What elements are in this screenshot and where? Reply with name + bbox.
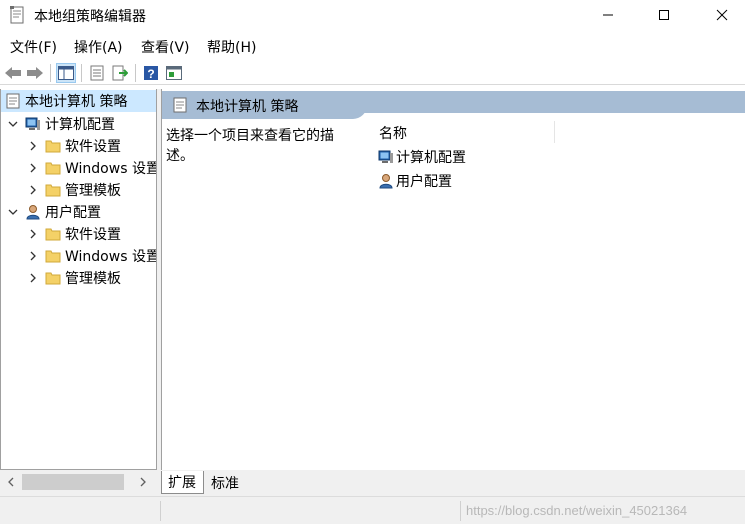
minimize-button[interactable] — [585, 0, 631, 30]
tree-item-label: 管理模板 — [65, 183, 121, 199]
properties-button[interactable] — [87, 63, 107, 83]
scrollbar-thumb[interactable] — [22, 474, 124, 490]
chevron-right-icon — [140, 477, 146, 487]
user-icon — [26, 205, 40, 220]
tree-item-root[interactable]: 本地计算机 策略 — [1, 90, 156, 112]
details-pane: 本地计算机 策略 选择一个项目来查看它的描述。 名称 计算机配置 用户配置 — [161, 89, 745, 470]
policy-document-icon — [173, 97, 187, 113]
column-divider[interactable] — [554, 121, 555, 143]
description-text: 选择一个项目来查看它的描述。 — [166, 128, 334, 164]
chevron-right-icon[interactable] — [27, 228, 39, 240]
toolbar: ? — [0, 61, 745, 85]
close-button[interactable] — [699, 0, 745, 30]
tree-item-software-settings[interactable]: 软件设置 — [1, 135, 156, 157]
menu-action[interactable]: 操作(A) — [74, 37, 123, 57]
toolbar-separator — [135, 64, 136, 82]
export-list-icon — [112, 65, 128, 81]
list-item-label: 计算机配置 — [396, 150, 466, 166]
menu-help[interactable]: 帮助(H) — [207, 37, 256, 57]
back-button[interactable] — [3, 63, 23, 83]
tree-item-user-config[interactable]: 用户配置 — [1, 201, 156, 223]
tree-item-label: 软件设置 — [65, 227, 121, 243]
tree-horizontal-scrollbar[interactable] — [0, 472, 157, 492]
folder-icon — [45, 184, 61, 197]
menu-view[interactable]: 查看(V) — [141, 37, 190, 57]
tree-item-computer-config[interactable]: 计算机配置 — [1, 113, 156, 135]
tree-pane: 本地计算机 策略 计算机配置 软件设置 Windows 设置 管理模板 用户配置… — [0, 89, 157, 470]
toolbar-separator — [50, 64, 51, 82]
status-bar: https://blog.csdn.net/weixin_45021364 — [0, 496, 745, 524]
forward-button[interactable] — [25, 63, 45, 83]
tree-item-software-settings[interactable]: 软件设置 — [1, 223, 156, 245]
chevron-right-icon[interactable] — [27, 140, 39, 152]
folder-icon — [45, 162, 61, 175]
tab-standard[interactable]: 标准 — [207, 471, 247, 494]
chevron-down-icon[interactable] — [7, 206, 19, 218]
column-header-name[interactable]: 名称 — [379, 123, 407, 143]
details-header-title: 本地计算机 策略 — [196, 99, 299, 115]
computer-icon — [25, 117, 40, 130]
tree-item-windows-settings[interactable]: Windows 设置 — [1, 157, 157, 179]
status-cell — [160, 501, 460, 521]
tab-extended[interactable]: 扩展 — [161, 471, 204, 494]
maximize-button[interactable] — [641, 0, 687, 30]
back-icon — [5, 67, 21, 79]
export-list-button[interactable] — [110, 63, 130, 83]
tree-item-label: 本地计算机 策略 — [25, 94, 128, 110]
close-icon — [716, 9, 728, 21]
chevron-left-icon — [8, 477, 14, 487]
forward-icon — [27, 67, 43, 79]
list-item-user-config[interactable]: 用户配置 — [378, 170, 452, 192]
details-header: 本地计算机 策略 — [162, 91, 367, 119]
folder-icon — [45, 228, 61, 241]
scroll-left-button[interactable] — [4, 475, 18, 489]
policy-editor-icon — [10, 6, 24, 24]
user-icon — [379, 174, 393, 189]
menu-bar: 文件(F) 操作(A) 查看(V) 帮助(H) — [0, 35, 745, 59]
tree-item-label: Windows 设置 — [65, 161, 157, 177]
tree-item-admin-templates[interactable]: 管理模板 — [1, 267, 156, 289]
show-tree-button[interactable] — [56, 63, 76, 83]
toolbar-separator — [81, 64, 82, 82]
chevron-down-icon[interactable] — [7, 118, 19, 130]
tree-item-admin-templates[interactable]: 管理模板 — [1, 179, 156, 201]
show-pane-button[interactable] — [164, 63, 184, 83]
tree-item-label: 管理模板 — [65, 271, 121, 287]
maximize-icon — [659, 10, 669, 20]
scroll-right-button[interactable] — [136, 475, 150, 489]
list-item-computer-config[interactable]: 计算机配置 — [378, 146, 466, 168]
tree-item-label: 计算机配置 — [45, 117, 115, 133]
folder-icon — [45, 272, 61, 285]
properties-icon — [90, 65, 104, 81]
tree-item-windows-settings[interactable]: Windows 设置 — [1, 245, 157, 267]
header-curve — [367, 113, 745, 123]
tree-item-label: 用户配置 — [45, 205, 101, 221]
show-tree-icon — [58, 66, 74, 80]
watermark: https://blog.csdn.net/weixin_45021364 — [466, 503, 688, 518]
chevron-right-icon[interactable] — [27, 184, 39, 196]
chevron-right-icon[interactable] — [27, 250, 39, 262]
tree-item-label: Windows 设置 — [65, 249, 157, 265]
minimize-icon — [603, 14, 613, 16]
list-item-label: 用户配置 — [396, 174, 452, 190]
svg-text:?: ? — [147, 67, 154, 81]
tree-item-label: 软件设置 — [65, 139, 121, 155]
title-bar: 本地组策略编辑器 — [0, 0, 745, 30]
menu-file[interactable]: 文件(F) — [10, 37, 57, 57]
help-icon: ? — [144, 66, 158, 81]
window-title: 本地组策略编辑器 — [34, 9, 146, 25]
folder-icon — [45, 140, 61, 153]
folder-icon — [45, 250, 61, 263]
computer-icon — [378, 150, 393, 163]
chevron-right-icon[interactable] — [27, 162, 39, 174]
policy-document-icon — [6, 93, 20, 109]
show-pane-icon — [166, 66, 182, 80]
help-button[interactable]: ? — [141, 63, 161, 83]
chevron-right-icon[interactable] — [27, 272, 39, 284]
